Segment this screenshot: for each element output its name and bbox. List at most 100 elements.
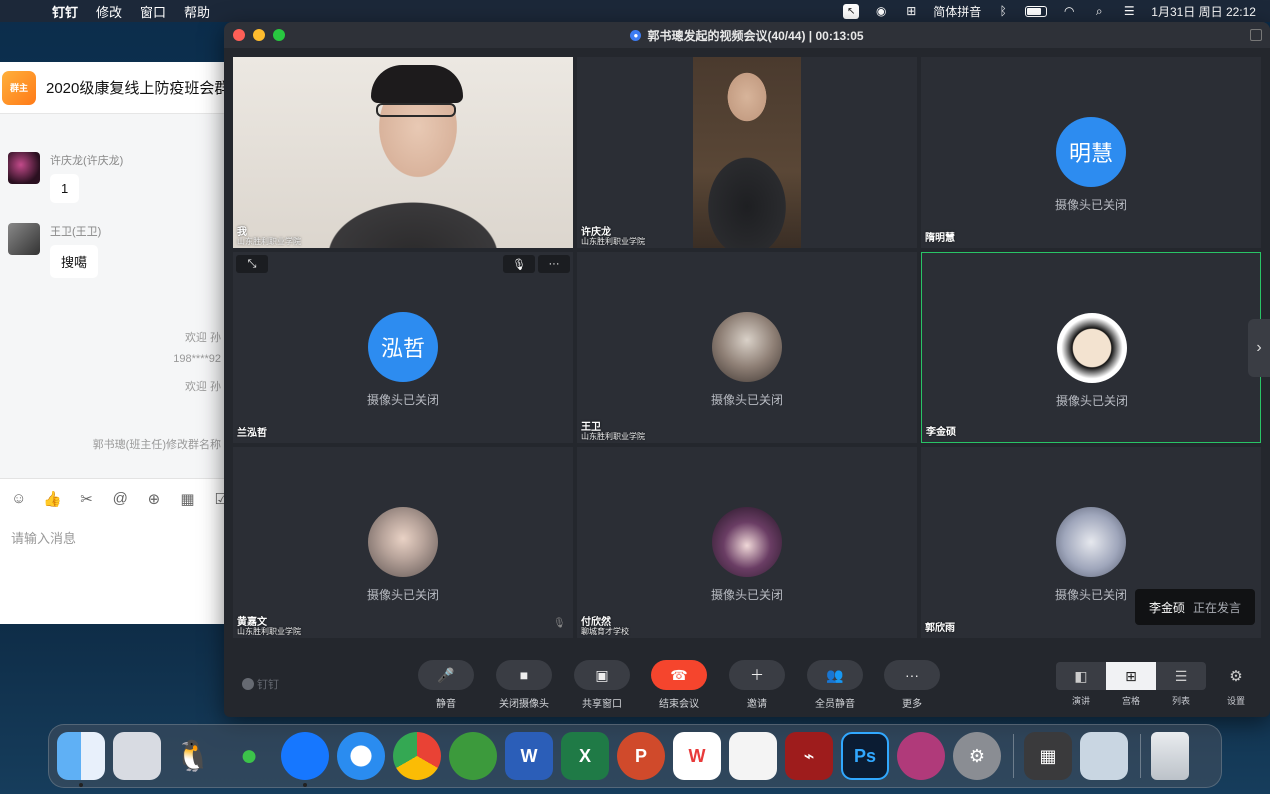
expand-icon[interactable]: ⤡ — [236, 255, 268, 273]
video-tile[interactable]: 明慧 摄像头已关闭 隋明慧 — [921, 57, 1261, 248]
video-tile[interactable]: 许庆龙 山东胜利职业学院 — [577, 57, 917, 248]
meeting-window: ● 郭书璁发起的视频会议(40/44) | 00:13:05 我 山东胜利职业学… — [224, 22, 1270, 717]
avatar — [1057, 313, 1127, 383]
wifi-icon[interactable]: ◠ — [1061, 4, 1077, 18]
share-screen-icon[interactable]: ▣ — [574, 660, 630, 690]
safari-icon[interactable] — [337, 732, 385, 780]
menubar: 钉钉 修改 窗口 帮助 ↖ ◉ ⊞ 简体拼音 ᛒ ◠ ⌕ ☰ 1月31日 周日 … — [0, 0, 1270, 22]
launchpad-icon[interactable] — [113, 732, 161, 780]
message-item: 许庆龙(许庆龙) 1 — [8, 152, 123, 203]
powerpoint-icon[interactable]: P — [617, 732, 665, 780]
finder-icon[interactable] — [57, 732, 105, 787]
gear-icon[interactable]: ⚙ — [1219, 662, 1253, 690]
battery-icon[interactable] — [1025, 5, 1048, 17]
video-tile[interactable]: 摄像头已关闭 付欣然 聊城育才学校 — [577, 447, 917, 638]
mention-icon[interactable]: @ — [111, 490, 129, 508]
menu-help[interactable]: 帮助 — [184, 2, 210, 21]
more-icon[interactable]: ··· — [884, 660, 940, 690]
layout-speaker-button[interactable]: ◧ — [1056, 662, 1106, 690]
meeting-title: 郭书璁发起的视频会议(40/44) | 00:13:05 — [647, 28, 864, 43]
hang-up-icon[interactable]: ☎ — [651, 660, 707, 690]
group-mute-icon[interactable]: 👥 — [807, 660, 863, 690]
group-logo: 群主 — [2, 70, 36, 105]
system-message: 欢迎 孙 — [184, 381, 221, 393]
message-item: 王卫(王卫) 搜噶 — [8, 223, 101, 278]
app-icon[interactable] — [897, 732, 945, 780]
qq-icon[interactable]: 🐧 — [169, 732, 217, 780]
float-window-icon[interactable] — [1250, 29, 1262, 41]
avatar[interactable] — [8, 152, 40, 184]
avatar — [368, 507, 438, 577]
mute-all-button[interactable]: 👥 全员静音 — [803, 660, 867, 710]
camera-off-label: 摄像头已关闭 — [1054, 198, 1127, 212]
add-user-icon[interactable]: ＋ — [729, 660, 785, 690]
avatar — [712, 507, 782, 577]
speaker-name: 李金硕 — [1148, 600, 1185, 615]
trash-icon[interactable] — [1151, 732, 1189, 780]
message-input[interactable]: 请输入消息 — [0, 518, 230, 624]
avatar[interactable] — [8, 223, 40, 255]
preview-icon[interactable] — [1080, 732, 1128, 780]
avatar — [1056, 507, 1126, 577]
search-icon[interactable]: ⌕ — [1091, 4, 1107, 18]
mute-button[interactable]: 🎤 静音 — [414, 660, 478, 710]
emoji-icon[interactable]: ☺ — [10, 490, 28, 508]
input-method-icon[interactable]: ⊞ — [903, 4, 919, 18]
video-tile[interactable]: ⤡ 🎙 ··· 泓哲 摄像头已关闭 兰泓哲 — [233, 252, 573, 443]
acrobat-icon[interactable]: ⌁ — [785, 732, 833, 780]
dock-separator — [1013, 734, 1014, 778]
menubar-clock[interactable]: 1月31日 周日 22:12 — [1151, 3, 1256, 20]
thumbs-up-icon[interactable]: 👍 — [43, 490, 62, 508]
video-tile[interactable]: 摄像头已关闭 黄嘉文 山东胜利职业学院 🎙 — [233, 447, 573, 638]
layout-list-button[interactable]: ☰ — [1156, 662, 1206, 690]
video-tile-active-speaker[interactable]: 摄像头已关闭 李金硕 — [921, 252, 1261, 443]
participant-name: 隋明慧 — [925, 233, 955, 244]
cursor-icon[interactable]: ↖ — [843, 3, 860, 19]
message-bubble[interactable]: 搜噶 — [50, 245, 99, 278]
input-method-label[interactable]: 简体拼音 — [933, 3, 981, 20]
system-preferences-icon[interactable]: ⚙ — [953, 732, 1001, 780]
settings-button[interactable]: ⚙ 设置 — [1219, 662, 1253, 707]
excel-icon[interactable]: X — [561, 732, 609, 780]
group-title[interactable]: 2020级康复线上防疫班会群 — [46, 77, 226, 98]
word-icon[interactable]: W — [505, 732, 553, 780]
chrome-icon[interactable] — [393, 732, 441, 780]
microphone-icon[interactable]: 🎤 — [418, 660, 474, 690]
layout-switcher: ◧ ⊞ ☰ — [1056, 662, 1206, 690]
calculator-icon[interactable]: ▦ — [1024, 732, 1072, 780]
bluetooth-icon[interactable]: ᛒ — [995, 4, 1011, 18]
folder-add-icon[interactable]: ⊕ — [145, 490, 163, 508]
menubar-status: ↖ ◉ ⊞ 简体拼音 ᛒ ◠ ⌕ ☰ 1月31日 周日 22:12 — [843, 0, 1256, 22]
menu-window[interactable]: 窗口 — [140, 2, 166, 21]
dingtalk-logo-icon — [242, 678, 254, 690]
layout-grid-button[interactable]: ⊞ — [1106, 662, 1156, 690]
dingtalk-icon[interactable] — [281, 732, 329, 787]
end-meeting-button[interactable]: ☎ 结束会议 — [647, 660, 711, 710]
video-tile[interactable]: 摄像头已关闭 王卫 山东胜利职业学院 — [577, 252, 917, 443]
message-bubble[interactable]: 1 — [50, 174, 80, 203]
participant-org: 山东胜利职业学院 — [581, 237, 645, 246]
message-sender: 王卫(王卫) — [50, 226, 102, 238]
share-window-button[interactable]: ▣ 共享窗口 — [570, 660, 634, 710]
dingtalk-status-icon[interactable]: ◉ — [873, 4, 889, 18]
mic-muted-icon[interactable]: 🎙 — [503, 255, 535, 273]
speaking-indicator: 李金硕 正在发言 — [1135, 589, 1255, 625]
photoshop-icon[interactable]: Ps — [841, 732, 889, 780]
camera-off-button[interactable]: ■ 关闭摄像头 — [492, 660, 556, 710]
more-icon[interactable]: ··· — [538, 255, 570, 273]
wechat-icon[interactable]: ● — [225, 732, 273, 780]
more-button[interactable]: ··· 更多 — [880, 660, 944, 710]
cloud-icon[interactable] — [449, 732, 497, 780]
calendar-icon[interactable]: ▦ — [179, 490, 197, 508]
invite-button[interactable]: ＋ 邀请 — [725, 660, 789, 710]
scissors-icon[interactable]: ✂ — [78, 490, 96, 508]
next-page-arrow-icon[interactable]: › — [1248, 319, 1270, 377]
video-tile-me[interactable]: 我 山东胜利职业学院 — [233, 57, 573, 248]
camera-icon[interactable]: ■ — [496, 660, 552, 690]
control-center-icon[interactable]: ☰ — [1121, 4, 1137, 18]
menu-app-name[interactable]: 钉钉 — [52, 2, 78, 21]
speaker-status: 正在发言 — [1193, 600, 1242, 615]
wps-icon[interactable]: W — [673, 732, 721, 780]
textedit-icon[interactable] — [729, 732, 777, 780]
menu-edit[interactable]: 修改 — [96, 2, 122, 21]
